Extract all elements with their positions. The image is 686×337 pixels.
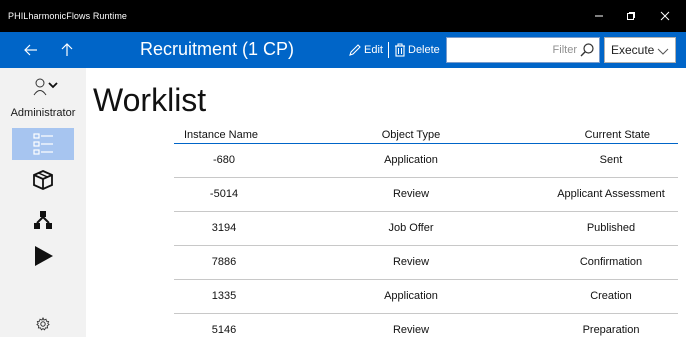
edit-button[interactable]: Edit: [348, 32, 383, 68]
chevron-down-icon: [657, 48, 669, 55]
window-title: PHILharmonicFlows Runtime: [8, 11, 128, 21]
filter-box: [446, 37, 600, 63]
sidebar-item-objects[interactable]: [12, 164, 74, 196]
maximize-icon: [627, 12, 635, 20]
delete-button[interactable]: Delete: [394, 32, 440, 68]
chevron-down-icon: [48, 82, 58, 89]
pencil-icon: [349, 44, 361, 56]
table-row[interactable]: 3194 Job Offer Published: [174, 212, 678, 246]
close-icon: [660, 11, 670, 21]
instance-name-cell: 1335: [211, 290, 237, 302]
column-header-instance-name[interactable]: Instance Name: [184, 129, 258, 141]
current-state-cell: Applicant Assessment: [557, 188, 665, 200]
maximize-button[interactable]: [612, 0, 650, 32]
back-arrow-icon: [24, 44, 37, 56]
table-row[interactable]: 7886 Review Confirmation: [174, 246, 678, 280]
back-button[interactable]: [16, 32, 46, 68]
column-header-object-type[interactable]: Object Type: [354, 129, 468, 141]
app-window: PHILharmonicFlows Runtime Recruitment (1…: [0, 0, 686, 337]
toolbar-separator: [388, 42, 389, 58]
instance-name-cell: -5014: [209, 188, 239, 200]
header-bar: Recruitment (1 CP) Edit Delete Execute: [0, 32, 686, 68]
filter-input[interactable]: [447, 38, 599, 62]
table-row[interactable]: -5014 Review Applicant Assessment: [174, 178, 678, 212]
page-title: Recruitment (1 CP): [140, 39, 295, 59]
delete-label: Delete: [408, 44, 440, 56]
current-state-cell: Published: [586, 222, 636, 234]
instance-name-cell: 5146: [211, 324, 237, 336]
search-icon[interactable]: [579, 42, 595, 58]
hierarchy-icon: [34, 211, 52, 229]
play-icon: [35, 246, 53, 266]
object-type-cell: Application: [384, 290, 438, 302]
instance-name-cell: 3194: [211, 222, 237, 234]
sidebar-item-relations[interactable]: [12, 204, 74, 236]
table-row[interactable]: 1335 Application Creation: [174, 280, 678, 314]
sidebar-item-settings[interactable]: [12, 312, 74, 336]
current-state-cell: Sent: [599, 154, 623, 166]
gear-icon: [36, 317, 50, 331]
current-state-cell: Creation: [590, 290, 632, 302]
trash-icon: [395, 43, 405, 57]
sidebar-item-run[interactable]: [12, 240, 74, 272]
object-type-cell: Job Offer: [388, 222, 434, 234]
edit-label: Edit: [364, 44, 383, 56]
object-type-cell: Review: [392, 188, 430, 200]
user-icon: [33, 78, 47, 96]
table-row[interactable]: 5146 Review Preparation: [174, 314, 678, 337]
up-arrow-icon: [61, 43, 73, 56]
user-menu[interactable]: Administrator: [0, 74, 86, 126]
execute-dropdown[interactable]: Execute: [604, 37, 676, 63]
table-header: Instance Name Object Type Current State: [174, 128, 678, 144]
up-button[interactable]: [52, 32, 82, 68]
list-icon: [33, 133, 53, 155]
worklist-title: Worklist: [93, 82, 207, 118]
sidebar: Administrator: [0, 68, 86, 337]
object-type-cell: Review: [392, 324, 430, 336]
object-type-cell: Application: [384, 154, 438, 166]
user-role: Administrator: [10, 107, 76, 119]
worklist-table: Instance Name Object Type Current State …: [174, 128, 678, 337]
object-type-cell: Review: [392, 256, 430, 268]
title-bar: PHILharmonicFlows Runtime: [0, 0, 686, 32]
instance-name-cell: 7886: [211, 256, 237, 268]
cube-icon: [33, 170, 53, 190]
table-row[interactable]: -680 Application Sent: [174, 144, 678, 178]
current-state-cell: Confirmation: [579, 256, 643, 268]
instance-name-cell: -680: [212, 154, 236, 166]
close-button[interactable]: [646, 0, 684, 32]
column-header-current-state[interactable]: Current State: [585, 129, 650, 141]
sidebar-item-worklist[interactable]: [12, 128, 74, 160]
minimize-icon: [595, 15, 603, 17]
execute-selected-value: Execute: [611, 43, 655, 57]
current-state-cell: Preparation: [582, 324, 640, 336]
